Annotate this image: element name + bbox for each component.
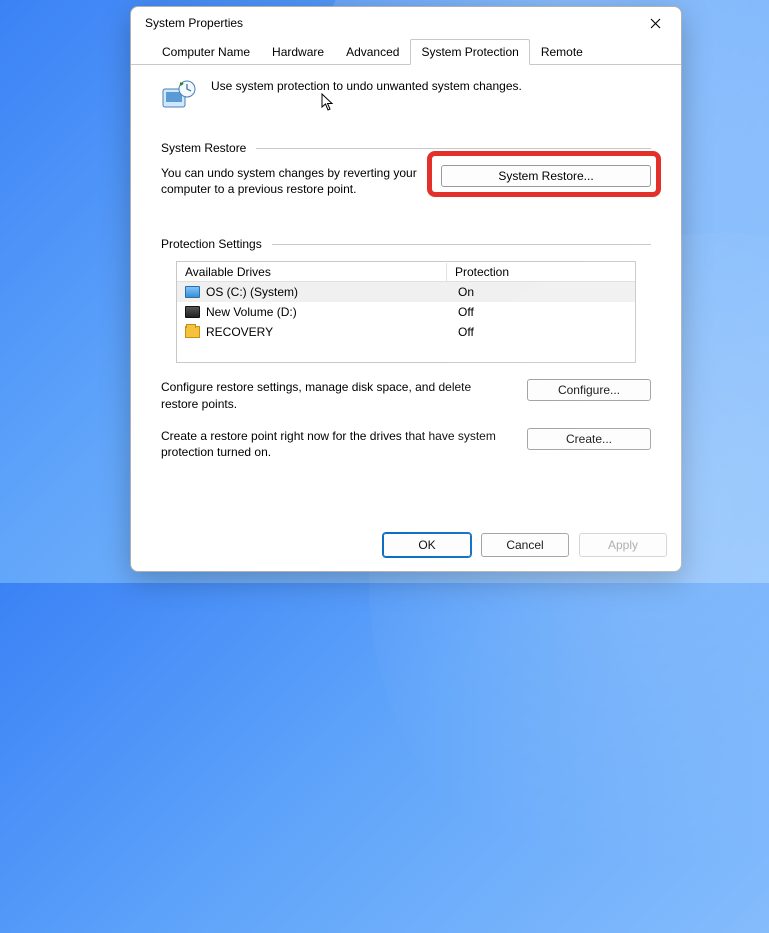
drive-status: On: [458, 285, 627, 299]
drive-os-icon: [185, 286, 200, 298]
drive-status: Off: [458, 325, 627, 339]
close-icon: [650, 18, 661, 29]
drives-table-header: Available Drives Protection: [177, 262, 635, 282]
column-protection[interactable]: Protection: [447, 263, 635, 281]
protection-settings-heading: Protection Settings: [161, 237, 651, 251]
table-row[interactable]: New Volume (D:) Off: [177, 302, 635, 322]
tab-computer-name[interactable]: Computer Name: [151, 39, 261, 64]
system-properties-dialog: System Properties Computer Name Hardware…: [130, 6, 682, 572]
table-row-empty: [177, 342, 635, 362]
close-button[interactable]: [633, 8, 677, 38]
column-available-drives[interactable]: Available Drives: [177, 263, 447, 281]
ok-button[interactable]: OK: [383, 533, 471, 557]
tab-remote[interactable]: Remote: [530, 39, 594, 64]
tab-content: Use system protection to undo unwanted s…: [131, 65, 681, 523]
system-restore-row: You can undo system changes by reverting…: [161, 165, 651, 197]
tab-advanced[interactable]: Advanced: [335, 39, 410, 64]
system-restore-description: You can undo system changes by reverting…: [161, 165, 423, 197]
drive-volume-icon: [185, 306, 200, 318]
drive-folder-icon: [185, 326, 200, 338]
apply-button[interactable]: Apply: [579, 533, 667, 557]
configure-button[interactable]: Configure...: [527, 379, 651, 401]
cancel-button[interactable]: Cancel: [481, 533, 569, 557]
configure-row: Configure restore settings, manage disk …: [161, 379, 651, 411]
create-row: Create a restore point right now for the…: [161, 428, 651, 460]
protection-settings-heading-label: Protection Settings: [161, 237, 262, 251]
system-restore-button[interactable]: System Restore...: [441, 165, 651, 187]
title-bar: System Properties: [131, 7, 681, 39]
drive-name: RECOVERY: [206, 325, 452, 339]
table-row[interactable]: OS (C:) (System) On: [177, 282, 635, 302]
create-button[interactable]: Create...: [527, 428, 651, 450]
system-protection-icon: [161, 79, 197, 115]
tab-system-protection[interactable]: System Protection: [410, 39, 529, 65]
intro-text: Use system protection to undo unwanted s…: [211, 79, 522, 93]
cursor-icon: [321, 93, 335, 115]
drives-table: Available Drives Protection OS (C:) (Sys…: [176, 261, 636, 363]
table-row[interactable]: RECOVERY Off: [177, 322, 635, 342]
protection-settings-box: Available Drives Protection OS (C:) (Sys…: [161, 261, 651, 460]
system-restore-heading: System Restore: [161, 141, 651, 155]
drive-status: Off: [458, 305, 627, 319]
intro-row: Use system protection to undo unwanted s…: [161, 79, 651, 115]
dialog-footer: OK Cancel Apply: [131, 523, 681, 571]
window-title: System Properties: [145, 16, 243, 30]
create-description: Create a restore point right now for the…: [161, 428, 507, 460]
tab-hardware[interactable]: Hardware: [261, 39, 335, 64]
system-restore-heading-label: System Restore: [161, 141, 246, 155]
drive-name: OS (C:) (System): [206, 285, 452, 299]
tab-strip: Computer Name Hardware Advanced System P…: [131, 39, 681, 65]
drive-name: New Volume (D:): [206, 305, 452, 319]
configure-description: Configure restore settings, manage disk …: [161, 379, 507, 411]
